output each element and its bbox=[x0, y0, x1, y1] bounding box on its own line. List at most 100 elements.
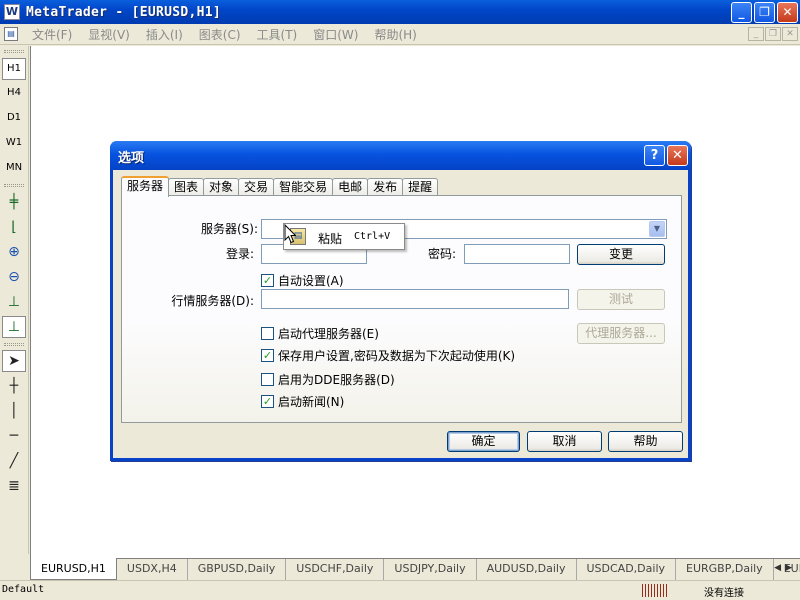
cursor-tool-button[interactable]: ➤ bbox=[2, 350, 26, 372]
bar-chart-icon: ╪ bbox=[9, 194, 19, 210]
arrow-cursor-icon: ➤ bbox=[8, 353, 20, 369]
auto-config-checkbox[interactable]: ✓ bbox=[261, 274, 274, 287]
auto-scroll-button[interactable]: ⊥ bbox=[2, 316, 26, 338]
period-d1-button[interactable]: D1 bbox=[2, 107, 26, 129]
document-icon[interactable]: ▤ bbox=[4, 27, 18, 41]
child-close-button[interactable]: ✕ bbox=[782, 27, 798, 41]
proxy-label: 启动代理服务器(E) bbox=[278, 327, 379, 341]
tab-alerts[interactable]: 提醒 bbox=[402, 178, 439, 196]
trendline-button[interactable]: ╱ bbox=[2, 450, 26, 472]
ok-button[interactable]: 确定 bbox=[447, 431, 520, 452]
dialog-title: 选项 bbox=[118, 151, 145, 166]
child-restore-button[interactable]: ❐ bbox=[765, 27, 781, 41]
auto-scroll-icon: ⊥ bbox=[7, 319, 21, 335]
menu-charts[interactable]: 图表(C) bbox=[191, 26, 249, 43]
period-h4-button[interactable]: H4 bbox=[2, 82, 26, 104]
cancel-button[interactable]: 取消 bbox=[527, 431, 602, 452]
chevron-down-icon[interactable]: ▼ bbox=[649, 221, 665, 237]
fibonacci-button[interactable]: ≣ bbox=[2, 475, 26, 497]
toolbar-grip[interactable] bbox=[4, 184, 24, 187]
chart-tabs: EURUSD,H1 USDX,H4 GBPUSD,Daily USDCHF,Da… bbox=[30, 558, 800, 580]
left-toolbar: H1 H4 D1 W1 MN ╪ ⌊ ⊕ ⊖ ⊥ ⊥ ➤ ┼ │ ─ ╱ ≣ bbox=[0, 46, 29, 554]
chart-tab[interactable]: AUDUSD,Daily bbox=[477, 559, 577, 580]
proxy-checkbox[interactable] bbox=[261, 327, 274, 340]
password-input[interactable] bbox=[464, 244, 570, 264]
restore-button[interactable]: ❐ bbox=[754, 2, 775, 23]
period-w1-button[interactable]: W1 bbox=[2, 132, 26, 154]
tab-charts[interactable]: 图表 bbox=[168, 178, 205, 196]
login-label: 登录: bbox=[225, 247, 254, 261]
title-bar[interactable]: W MetaTrader - [EURUSD,H1] _ ❐ ✕ bbox=[0, 0, 800, 24]
tab-trade[interactable]: 交易 bbox=[238, 178, 275, 196]
tab-server[interactable]: 服务器 bbox=[121, 176, 170, 197]
chart-tab[interactable]: USDX,H4 bbox=[117, 559, 188, 580]
tab-objects[interactable]: 对象 bbox=[203, 178, 240, 196]
mouse-cursor-icon bbox=[284, 224, 296, 244]
chart-tab[interactable]: GBPUSD,Daily bbox=[188, 559, 287, 580]
tab-publisher[interactable]: 发布 bbox=[367, 178, 404, 196]
save-settings-checkbox[interactable]: ✓ bbox=[261, 349, 274, 362]
connection-indicator-icon bbox=[642, 584, 668, 597]
news-checkbox[interactable]: ✓ bbox=[261, 395, 274, 408]
dde-checkbox-row[interactable]: 启用为DDE服务器(D) bbox=[261, 371, 395, 388]
zoom-out-button[interactable]: ⊖ bbox=[2, 266, 26, 288]
bar-chart-button[interactable]: ╪ bbox=[2, 191, 26, 213]
dialog-tabs: 服务器 图表 对象 交易 智能交易 电邮 发布 提醒 bbox=[121, 176, 439, 197]
auto-config-checkbox-row[interactable]: ✓ 自动设置(A) bbox=[261, 272, 344, 289]
app-icon[interactable]: W bbox=[4, 4, 20, 20]
options-dialog: 选项 ? ✕ 服务器 图表 对象 交易 智能交易 电邮 发布 提醒 服务器(S)… bbox=[110, 141, 691, 461]
chart-tab[interactable]: EURUSD,H1 bbox=[30, 558, 117, 580]
paste-menu-item[interactable]: 粘贴 bbox=[318, 230, 342, 247]
close-button[interactable]: ✕ bbox=[777, 2, 798, 23]
change-button[interactable]: 变更 bbox=[577, 244, 665, 265]
save-settings-label: 保存用户设置,密码及数据为下次起动使用(K) bbox=[278, 349, 516, 363]
proxy-server-button[interactable]: 代理服务器... bbox=[577, 323, 665, 344]
test-button[interactable]: 测试 bbox=[577, 289, 665, 310]
profile-name: Default bbox=[2, 584, 45, 595]
crosshair-icon: ┼ bbox=[9, 378, 19, 394]
menu-insert[interactable]: 插入(I) bbox=[138, 26, 191, 43]
news-label: 启动新闻(N) bbox=[278, 395, 345, 409]
menu-view[interactable]: 显视(V) bbox=[80, 26, 138, 43]
menu-file[interactable]: 文件(F) bbox=[24, 26, 80, 43]
dialog-help-button[interactable]: ? bbox=[644, 145, 665, 166]
quote-server-input[interactable] bbox=[261, 289, 569, 309]
menu-help[interactable]: 帮助(H) bbox=[366, 26, 424, 43]
horizontal-line-button[interactable]: ─ bbox=[2, 425, 26, 447]
minimize-button[interactable]: _ bbox=[731, 2, 752, 23]
chart-tab[interactable]: USDJPY,Daily bbox=[384, 559, 477, 580]
dialog-close-button[interactable]: ✕ bbox=[667, 145, 688, 166]
paste-shortcut: Ctrl+V bbox=[354, 231, 391, 242]
child-minimize-button[interactable]: _ bbox=[748, 27, 764, 41]
menu-tools[interactable]: 工具(T) bbox=[249, 26, 306, 43]
period-mn-button[interactable]: MN bbox=[2, 157, 26, 179]
crosshair-tool-button[interactable]: ┼ bbox=[2, 375, 26, 397]
menu-bar: ▤ 文件(F) 显视(V) 插入(I) 图表(C) 工具(T) 窗口(W) 帮助… bbox=[0, 24, 800, 45]
line-chart-button[interactable]: ⌊ bbox=[2, 216, 26, 238]
menu-window[interactable]: 窗口(W) bbox=[305, 26, 366, 43]
toolbar-grip[interactable] bbox=[4, 343, 24, 346]
status-bar: Default 没有连接 bbox=[0, 580, 800, 600]
dialog-title-bar[interactable]: 选项 ? ✕ bbox=[110, 141, 691, 170]
vertical-line-button[interactable]: │ bbox=[2, 400, 26, 422]
tab-scroll-arrows[interactable]: ◀▶ bbox=[774, 563, 796, 573]
period-h1-button[interactable]: H1 bbox=[2, 58, 26, 80]
toolbar-grip[interactable] bbox=[4, 50, 24, 53]
proxy-checkbox-row[interactable]: 启动代理服务器(E) bbox=[261, 325, 379, 342]
trendline-icon: ╱ bbox=[9, 453, 19, 469]
chart-shift-button[interactable]: ⊥ bbox=[2, 291, 26, 313]
save-settings-checkbox-row[interactable]: ✓ 保存用户设置,密码及数据为下次起动使用(K) bbox=[261, 347, 515, 364]
news-checkbox-row[interactable]: ✓ 启动新闻(N) bbox=[261, 393, 344, 410]
zoom-in-button[interactable]: ⊕ bbox=[2, 241, 26, 263]
auto-config-label: 自动设置(A) bbox=[278, 274, 344, 288]
horizontal-line-icon: ─ bbox=[9, 428, 19, 444]
zoom-in-icon: ⊕ bbox=[8, 244, 20, 260]
chart-tab[interactable]: USDCHF,Daily bbox=[286, 559, 385, 580]
tab-email[interactable]: 电邮 bbox=[332, 178, 369, 196]
help-button[interactable]: 帮助 bbox=[608, 431, 683, 452]
tab-expert-advisors[interactable]: 智能交易 bbox=[273, 178, 334, 196]
chart-tab[interactable]: USDCAD,Daily bbox=[577, 559, 677, 580]
chart-tab[interactable]: EURGBP,Daily bbox=[676, 559, 774, 580]
dde-checkbox[interactable] bbox=[261, 373, 274, 386]
window-controls: _ ❐ ✕ bbox=[731, 2, 798, 23]
